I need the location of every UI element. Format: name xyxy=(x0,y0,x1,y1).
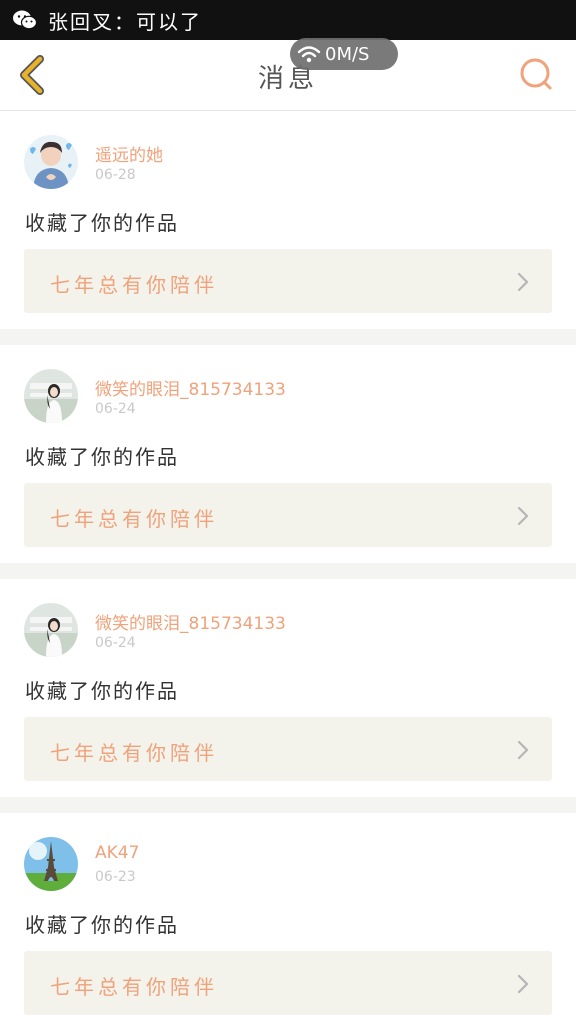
chevron-right-icon xyxy=(517,974,529,994)
avatar[interactable] xyxy=(24,135,78,189)
message-action-text: 收藏了你的作品 xyxy=(25,211,179,235)
message-item: AK47 06-23 收藏了你的作品 七年总有你陪伴 xyxy=(0,813,576,1031)
page-title: 消息 xyxy=(257,64,318,94)
message-list: 遥远的她 06-28 收藏了你的作品 七年总有你陪伴 微笑的眼泪_8157341 xyxy=(0,111,576,1031)
status-bar: 张回叉：可以了 xyxy=(0,0,576,40)
avatar[interactable] xyxy=(24,369,78,423)
work-card[interactable]: 七年总有你陪伴 xyxy=(24,717,552,781)
avatar[interactable] xyxy=(24,603,78,657)
username-link[interactable]: 微笑的眼泪_815734133 xyxy=(95,609,286,634)
work-title: 七年总有你陪伴 xyxy=(50,273,218,297)
message-item: 微笑的眼泪_815734133 06-24 收藏了你的作品 七年总有你陪伴 xyxy=(0,579,576,797)
wechat-icon xyxy=(13,10,38,30)
divider xyxy=(0,797,576,813)
work-title: 七年总有你陪伴 xyxy=(50,507,218,531)
message-date: 06-28 xyxy=(95,167,136,183)
chevron-right-icon xyxy=(517,740,529,760)
work-card[interactable]: 七年总有你陪伴 xyxy=(24,951,552,1015)
network-speed-text: 0M/S xyxy=(325,43,370,65)
message-date: 06-24 xyxy=(95,635,136,651)
message-action-text: 收藏了你的作品 xyxy=(25,913,179,937)
search-icon[interactable] xyxy=(518,56,554,92)
username-link[interactable]: 遥远的她 xyxy=(95,141,163,166)
work-title: 七年总有你陪伴 xyxy=(50,975,218,999)
notification-text: 张回叉：可以了 xyxy=(48,9,202,34)
message-item: 微笑的眼泪_815734133 06-24 收藏了你的作品 七年总有你陪伴 xyxy=(0,345,576,563)
network-speed-overlay: 0M/S xyxy=(290,38,398,70)
divider xyxy=(0,563,576,579)
divider xyxy=(0,329,576,345)
username-link[interactable]: 微笑的眼泪_815734133 xyxy=(95,375,286,400)
avatar[interactable] xyxy=(24,837,78,891)
chevron-right-icon xyxy=(517,272,529,292)
header: 消息 0M/S xyxy=(0,38,576,111)
message-date: 06-23 xyxy=(95,869,136,885)
work-card[interactable]: 七年总有你陪伴 xyxy=(24,249,552,313)
message-action-text: 收藏了你的作品 xyxy=(25,679,179,703)
username-link[interactable]: AK47 xyxy=(95,843,139,863)
message-item: 遥远的她 06-28 收藏了你的作品 七年总有你陪伴 xyxy=(0,111,576,329)
message-date: 06-24 xyxy=(95,401,136,417)
work-card[interactable]: 七年总有你陪伴 xyxy=(24,483,552,547)
chevron-right-icon xyxy=(517,506,529,526)
work-title: 七年总有你陪伴 xyxy=(50,741,218,765)
message-action-text: 收藏了你的作品 xyxy=(25,445,179,469)
wifi-icon xyxy=(297,46,321,63)
